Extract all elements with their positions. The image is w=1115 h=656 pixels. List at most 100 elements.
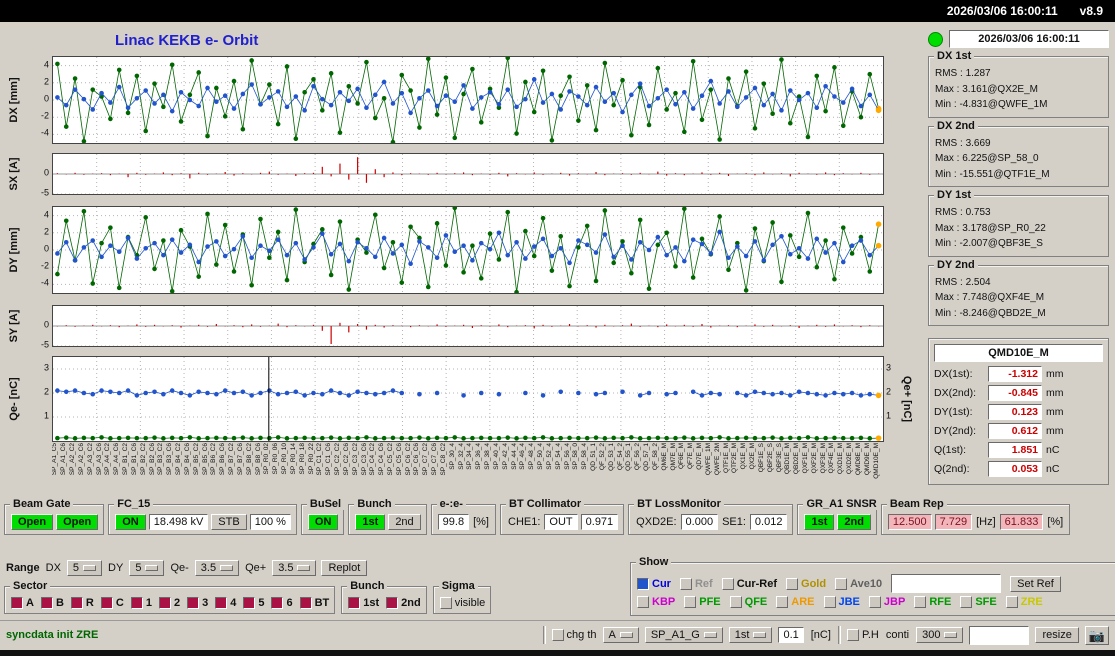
q2-value: 0.053 (988, 461, 1042, 477)
sector-toggle-a[interactable]: A (11, 597, 34, 609)
gr-snsr-1st-button[interactable]: 1st (804, 514, 835, 530)
chg-th-toggle[interactable]: chg th (551, 629, 597, 641)
checkbox-icon (786, 577, 799, 590)
dx-plot[interactable] (52, 55, 884, 145)
camera-button[interactable]: 📷 (1084, 625, 1109, 645)
fc15-on-button[interactable]: ON (115, 514, 146, 530)
beam-rep-group: Beam Rep 12.500 7.729 [Hz] 61.833 [%] (880, 498, 1071, 535)
right-panel: 2026/03/06 16:00:11 DX 1st RMS : 1.287 M… (928, 30, 1109, 485)
set-ref-button[interactable]: Set Ref (1010, 575, 1061, 592)
show-ave10-toggle[interactable]: Ave10 (835, 577, 882, 590)
se1-value-display: 0.012 (749, 514, 788, 530)
sigma-group: Sigma visible (432, 580, 492, 614)
sector-toggle-6[interactable]: 6 (271, 597, 293, 609)
replot-button[interactable]: Replot (321, 560, 368, 576)
checkbox-icon (637, 577, 649, 590)
range-qem-select[interactable]: 3.5 (194, 560, 240, 576)
show-pfe-toggle[interactable]: PFE (684, 596, 721, 608)
checkbox-icon (215, 597, 228, 609)
fc15-percent-display: 100 % (249, 514, 291, 530)
resize-button[interactable]: resize (1035, 627, 1079, 643)
qe-axis-label: Qe- [nC] (8, 377, 20, 421)
bunch-toggle-1st[interactable]: 1st (348, 597, 379, 609)
checkbox-icon (299, 597, 312, 609)
beam-gate-open-1-button[interactable]: Open (11, 514, 54, 530)
show-qfe-toggle[interactable]: QFE (729, 596, 767, 608)
range-dx-select[interactable]: 5 (66, 560, 103, 576)
ref-file-input[interactable] (891, 574, 1002, 593)
checkbox-icon (846, 629, 859, 641)
sector-toggle-bt[interactable]: BT (299, 597, 329, 609)
checkbox-icon (960, 596, 973, 608)
bunch-1st-button[interactable]: 1st (355, 514, 386, 530)
ee-ratio-display: 99.8 (437, 514, 470, 530)
sector-toggle-2[interactable]: 2 (158, 597, 180, 609)
range-qep-select[interactable]: 3.5 (272, 560, 317, 576)
qe-chart-row: Qe- [nC] 321 321 Qe+ [nC] (6, 356, 922, 442)
gr-snsr-2nd-button[interactable]: 2nd (837, 514, 871, 530)
show-rfe-toggle[interactable]: RFE (914, 596, 951, 608)
busel-on-button[interactable]: ON (307, 514, 339, 530)
show-cur-ref-toggle[interactable]: Cur-Ref (721, 577, 777, 590)
ph-toggle[interactable]: P.H (846, 629, 879, 641)
checkbox-icon (158, 597, 171, 609)
dy-plot[interactable] (52, 205, 884, 295)
show-are-toggle[interactable]: ARE (776, 596, 815, 608)
sx-yticks: 0 -5 (40, 167, 49, 198)
sigma-visible-toggle[interactable]: visible (439, 597, 485, 609)
checkbox-icon (868, 596, 881, 608)
sector-toggle-c[interactable]: C (100, 597, 124, 609)
beam-rep-3-display: 61.833 (999, 514, 1044, 530)
checkbox-icon (914, 596, 927, 608)
sector-row: Sector A B R C 1 2 3 4 5 6 BT Bunch 1st … (4, 578, 492, 614)
checkbox-icon (835, 577, 848, 590)
dy-1st-stats-group: DY 1st RMS : 0.753 Max : 3.178@SP_R0_22 … (928, 189, 1109, 257)
sector-toggle-5[interactable]: 5 (243, 597, 264, 609)
sy-plot[interactable] (52, 305, 884, 347)
charts-area: DX [mm] 4 2 0 -2 -4 SX [A] 0 -5 DY [mm] 4 2 0 -2… (6, 55, 922, 500)
monitor-value-row: Q(2nd): 0.053 nC (934, 461, 1060, 477)
show-cur-toggle[interactable]: Cur (637, 577, 671, 590)
se1-label: SE1: (722, 516, 746, 528)
sector-select[interactable]: A (602, 627, 639, 643)
show-kbp-toggle[interactable]: KBP (637, 596, 675, 608)
bunch-2nd-button[interactable]: 2nd (388, 514, 421, 530)
range-label: Range (6, 562, 40, 574)
show-jbe-toggle[interactable]: JBE (823, 596, 860, 608)
show-gold-toggle[interactable]: Gold (786, 577, 826, 590)
qe-right-ticks: 321 (886, 362, 892, 421)
show-jbp-toggle[interactable]: JBP (868, 596, 905, 608)
stat-line: RMS : 2.504 (935, 276, 991, 288)
beam-gate-open-2-button[interactable]: Open (56, 514, 99, 530)
checkbox-icon (679, 577, 692, 590)
sector-toggle-b[interactable]: B (40, 597, 64, 609)
option-menu-ridge-icon (703, 632, 717, 638)
bunch-select[interactable]: 1st (728, 627, 773, 643)
fc15-stb-button[interactable]: STB (211, 514, 247, 530)
checkbox-icon (551, 629, 564, 641)
interval-select[interactable]: 300 (916, 627, 964, 643)
stat-line: Max : 7.748@QXF4E_M (935, 292, 1045, 303)
show-zre-toggle[interactable]: ZRE (1005, 596, 1043, 608)
show-sfe-toggle[interactable]: SFE (960, 596, 997, 608)
qe-plot[interactable] (52, 356, 884, 442)
stat-line: Min : -2.007@QBF3E_S (935, 238, 1043, 249)
range-qem-label: Qe- (170, 562, 189, 574)
checkbox-icon (348, 597, 361, 609)
statusbar-input[interactable] (969, 625, 1030, 645)
sector-toggle-4[interactable]: 4 (215, 597, 236, 609)
qxd2e-label: QXD2E: (636, 516, 677, 528)
monitor-select[interactable]: SP_A1_G (644, 627, 723, 643)
sector-toggle-3[interactable]: 3 (187, 597, 208, 609)
sector-toggle-1[interactable]: 1 (130, 597, 152, 609)
show-ref-toggle[interactable]: Ref (679, 577, 713, 590)
range-row: Range DX 5 DY 5 Qe- 3.5 Qe+ 3.5 Replot (6, 560, 368, 576)
status-bar: syncdata init ZRE chg th A SP_A1_G 1st 0… (0, 620, 1115, 649)
sector-toggle-r[interactable]: R (70, 597, 94, 609)
bunch-toggle-2nd[interactable]: 2nd (386, 597, 421, 609)
beam-rep-pct-unit: [%] (1047, 516, 1064, 528)
monitor-value-row: DY(2nd): 0.612 mm (934, 423, 1064, 439)
range-dy-select[interactable]: 5 (129, 560, 165, 576)
sx-plot[interactable] (52, 153, 884, 195)
stat-line: RMS : 0.753 (935, 207, 991, 218)
